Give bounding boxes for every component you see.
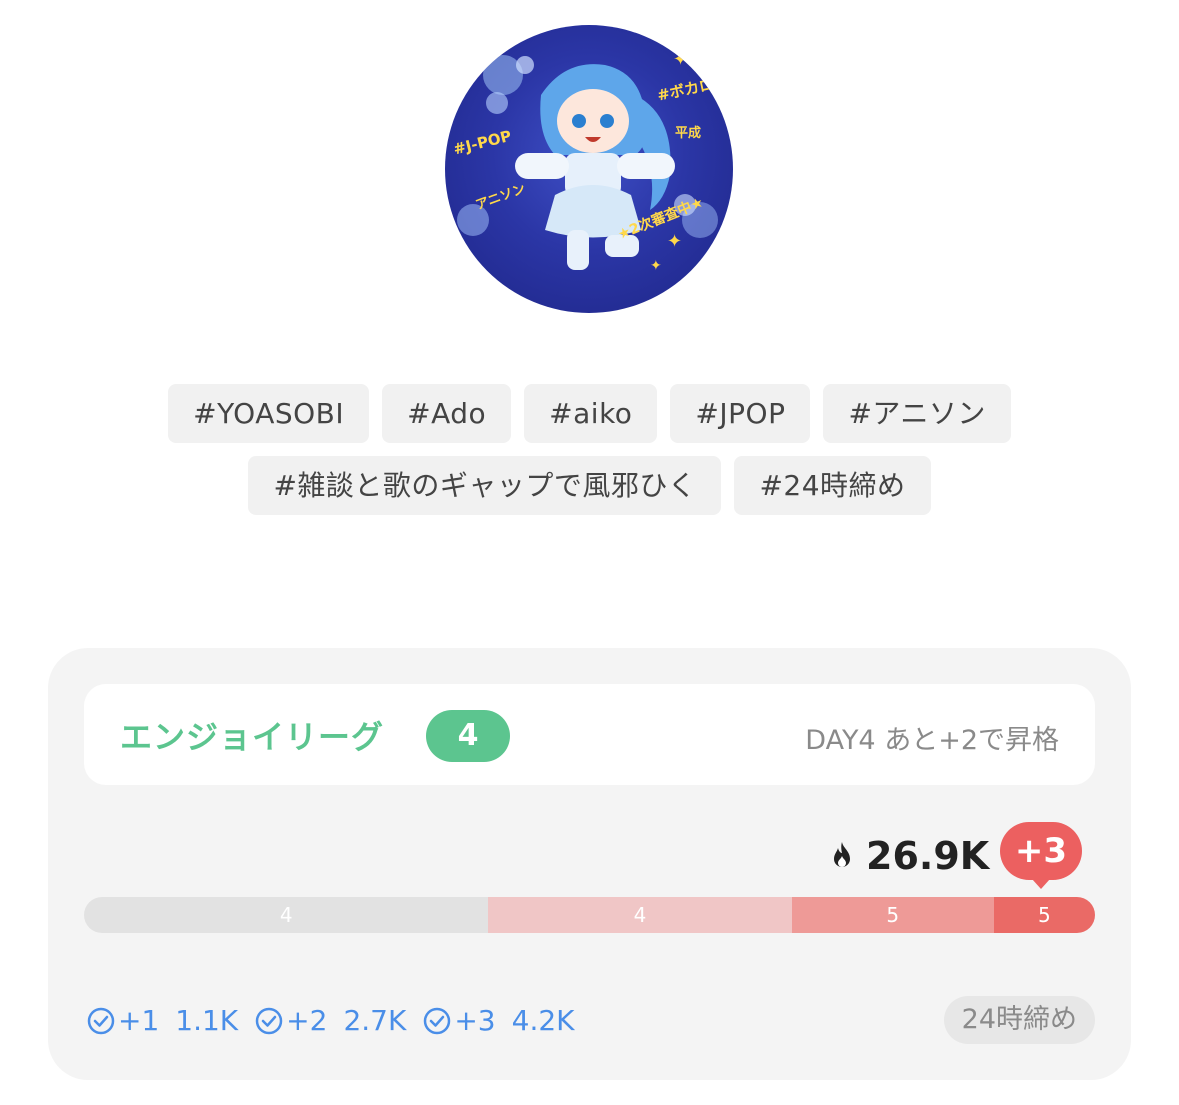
rank-bar-segment: 5 bbox=[993, 897, 1095, 933]
rank-bar-segment: 4 bbox=[84, 897, 489, 933]
check-circle-icon bbox=[255, 1007, 283, 1034]
hashtag-row-2: #雑談と歌のギャップで風邪ひく #24時締め bbox=[0, 456, 1179, 515]
league-status-text: DAY4 あと+2で昇格 bbox=[805, 725, 1059, 756]
hashtag-list: #YOASOBI #Ado #aiko #JPOP #アニソン #雑談と歌のギャ… bbox=[0, 384, 1179, 528]
svg-text:✦: ✦ bbox=[667, 231, 682, 252]
rank-bar-segment: 4 bbox=[488, 897, 792, 933]
hashtag-chip[interactable]: #雑談と歌のギャップで風邪ひく bbox=[248, 456, 722, 515]
avatar-illustration: ✦ ✦ ✦ #J-POP #ボカロ 平成 アニソン ★2次審査中★ bbox=[452, 49, 718, 274]
reward-amount: 2.7K bbox=[343, 1004, 407, 1037]
hashtag-row-1: #YOASOBI #Ado #aiko #JPOP #アニソン bbox=[0, 384, 1179, 443]
reward-thresholds: +1 1.1K +2 2.7K +3 4.2K bbox=[86, 1004, 591, 1037]
avatar-tag-vocaloid: #ボカロ bbox=[656, 75, 716, 105]
hashtag-chip[interactable]: #Ado bbox=[382, 384, 512, 443]
league-card: エンジョイリーグ 4 DAY4 あと+2で昇格 26.9K +3 4455 +1… bbox=[48, 648, 1131, 1080]
deadline-badge: 24時締め bbox=[943, 996, 1095, 1044]
hashtag-chip[interactable]: #アニソン bbox=[823, 384, 1011, 443]
hashtag-chip[interactable]: #YOASOBI bbox=[168, 384, 370, 443]
svg-text:✦: ✦ bbox=[673, 49, 688, 70]
flame-icon bbox=[834, 842, 850, 867]
profile-avatar[interactable]: ✦ ✦ ✦ #J-POP #ボカロ 平成 アニソン ★2次審査中★ bbox=[445, 25, 733, 313]
league-name: エンジョイリーグ bbox=[120, 718, 385, 756]
rank-delta-badge: +3 bbox=[1000, 822, 1082, 889]
avatar-tag-jpop: #J-POP bbox=[452, 127, 514, 159]
check-circle-icon bbox=[87, 1007, 115, 1034]
score-display: 26.9K bbox=[828, 834, 989, 878]
league-level-badge: 4 bbox=[426, 710, 510, 762]
score-value: 26.9K bbox=[866, 834, 990, 878]
reward-item: +1 1.1K bbox=[86, 1004, 238, 1037]
hashtag-chip[interactable]: #24時締め bbox=[734, 456, 931, 515]
league-header[interactable]: エンジョイリーグ 4 DAY4 あと+2で昇格 bbox=[84, 684, 1095, 785]
reward-item: +2 2.7K bbox=[254, 1004, 406, 1037]
reward-level: +1 bbox=[118, 1004, 160, 1037]
rank-bar-segment: 5 bbox=[791, 897, 994, 933]
avatar-tag-anison: アニソン bbox=[474, 182, 528, 214]
check-circle-icon bbox=[424, 1007, 451, 1034]
reward-level: +3 bbox=[454, 1004, 496, 1037]
hashtag-chip[interactable]: #JPOP bbox=[670, 384, 811, 443]
rank-progress-bar: 4455 bbox=[84, 897, 1095, 933]
avatar-tag-heisei: 平成 bbox=[675, 125, 701, 141]
reward-amount: 1.1K bbox=[175, 1004, 239, 1037]
hashtag-chip[interactable]: #aiko bbox=[524, 384, 658, 443]
svg-text:✦: ✦ bbox=[650, 258, 662, 274]
reward-item: +3 4.2K bbox=[422, 1004, 575, 1037]
reward-amount: 4.2K bbox=[511, 1004, 575, 1037]
reward-level: +2 bbox=[286, 1004, 328, 1037]
